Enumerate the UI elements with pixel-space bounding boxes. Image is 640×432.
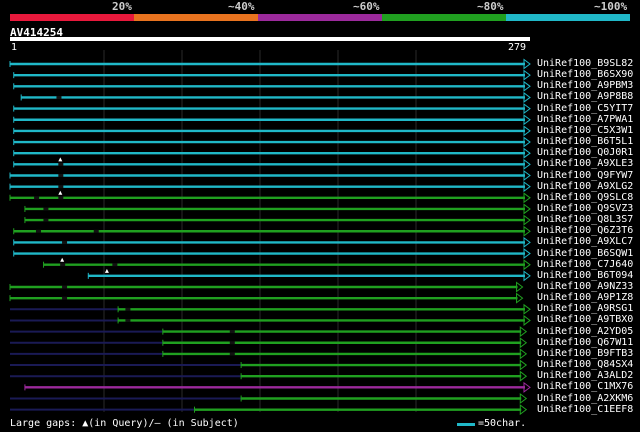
hit-label[interactable]: UniRef100_A9XLG2 xyxy=(537,181,633,192)
subject-gap-16-0 xyxy=(62,240,68,244)
hit-label[interactable]: UniRef100_Q9FYW7 xyxy=(537,170,633,181)
scale-label: =50char. xyxy=(478,418,527,429)
query-gap-marker-18-0 xyxy=(60,257,65,262)
hit-label[interactable]: UniRef100_A9RSG1 xyxy=(537,304,633,314)
query-gap-marker-9-0 xyxy=(58,157,63,162)
subject-gap-15-0 xyxy=(35,229,41,233)
hit-label[interactable]: UniRef100_C1EEF8 xyxy=(537,404,633,415)
scale-swatch xyxy=(457,423,475,426)
hit-label[interactable]: UniRef100_Q6Z3T6 xyxy=(537,226,633,236)
hit-label[interactable]: UniRef100_C1MX76 xyxy=(537,382,633,392)
subject-gap-11-0 xyxy=(58,185,64,189)
hit-label[interactable]: UniRef100_A2YD05 xyxy=(537,326,633,337)
hit-label[interactable]: UniRef100_B6SQW1 xyxy=(537,248,633,259)
query-gap-marker-19-0 xyxy=(104,268,109,273)
subject-gap-20-0 xyxy=(62,285,68,289)
hit-label[interactable]: UniRef100_Q84SX4 xyxy=(537,360,633,370)
subject-gap-12-1 xyxy=(58,196,64,200)
hit-label[interactable]: UniRef100_Q67W11 xyxy=(537,337,633,348)
subject-gap-26-0 xyxy=(229,352,235,356)
subject-gap-18-1 xyxy=(112,263,118,267)
hit-label[interactable]: UniRef100_Q9SLC8 xyxy=(537,192,633,203)
hit-label[interactable]: UniRef100_Q9SVZ3 xyxy=(537,203,633,214)
hit-label[interactable]: UniRef100_Q0J0R1 xyxy=(537,148,633,158)
hit-label[interactable]: UniRef100_Q8L3S7 xyxy=(537,215,633,225)
hit-label[interactable]: UniRef100_A9PBM3 xyxy=(537,81,633,91)
hit-label[interactable]: UniRef100_A7PWA1 xyxy=(537,114,633,125)
subject-gap-3-0 xyxy=(56,95,62,99)
hit-label[interactable]: UniRef100_A9XLE3 xyxy=(537,159,633,169)
subject-gap-14-0 xyxy=(43,218,49,222)
hit-label[interactable]: UniRef100_B6T094 xyxy=(537,270,633,281)
hit-label[interactable]: UniRef100_A2XKM6 xyxy=(537,393,633,404)
subject-gap-24-0 xyxy=(229,330,235,334)
query-gap-marker-12-0 xyxy=(58,190,63,195)
hit-label[interactable]: UniRef100_A9TBX0 xyxy=(537,315,633,325)
hit-label[interactable]: UniRef100_B9SL82 xyxy=(537,59,633,69)
hit-label[interactable]: UniRef100_C5X3W1 xyxy=(537,125,633,136)
subject-gap-25-0 xyxy=(229,341,235,345)
hit-label[interactable]: UniRef100_B6SX90 xyxy=(537,70,633,80)
subject-gap-12-0 xyxy=(34,196,40,200)
subject-gap-15-1 xyxy=(93,229,99,233)
subject-gap-9-0 xyxy=(58,162,64,166)
hit-label[interactable]: UniRef100_C7J640 xyxy=(537,259,633,270)
subject-gap-10-0 xyxy=(58,174,64,177)
footer-legend: Large gaps: ▲(in Query)/‒ (in Subject) xyxy=(10,418,239,429)
subject-gap-18-0 xyxy=(60,263,66,267)
hit-label[interactable]: UniRef100_A3ALD2 xyxy=(537,371,633,381)
hit-label[interactable]: UniRef100_A9P1Z8 xyxy=(537,293,633,303)
hit-label[interactable]: UniRef100_A9XLC7 xyxy=(537,237,633,247)
subject-gap-21-0 xyxy=(62,296,68,300)
hit-label[interactable]: UniRef100_A9NZ33 xyxy=(537,282,633,292)
subject-gap-13-0 xyxy=(43,207,49,211)
subject-gap-23-0 xyxy=(125,318,131,322)
hit-label[interactable]: UniRef100_B6T5L1 xyxy=(537,137,633,147)
hit-label[interactable]: UniRef100_B9FTB3 xyxy=(537,348,633,359)
subject-gap-22-0 xyxy=(125,307,131,311)
hit-label[interactable]: UniRef100_A9P8B8 xyxy=(537,92,633,102)
hit-label[interactable]: UniRef100_C5YIT7 xyxy=(537,103,633,114)
